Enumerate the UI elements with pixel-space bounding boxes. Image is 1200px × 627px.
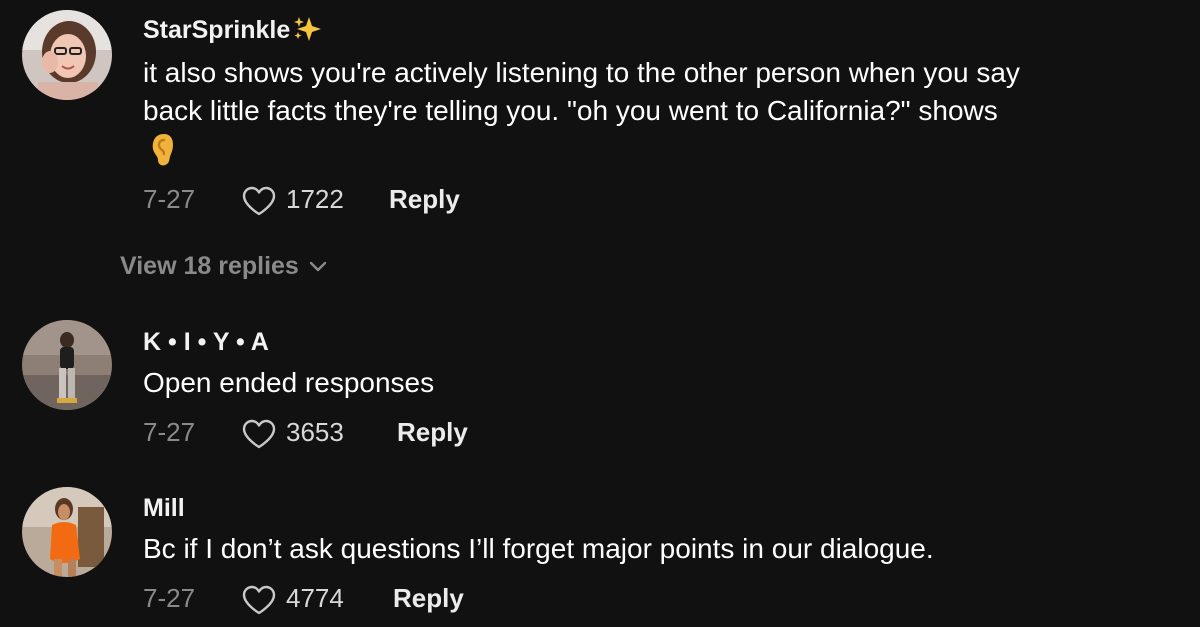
- comment-text: Bc if I don’t ask questions I’ll forget …: [143, 533, 934, 564]
- comment-date: 7-27: [143, 184, 196, 214]
- heart-icon: [242, 419, 276, 449]
- reply-button[interactable]: Reply: [393, 583, 464, 614]
- comment-item: Mill Bc if I don’t ask questions I’ll fo…: [0, 478, 1200, 627]
- avatar[interactable]: [22, 10, 112, 100]
- comment-text: it also shows you're actively listening …: [143, 54, 1153, 168]
- heart-icon: [242, 585, 276, 615]
- comment-text-line: it also shows you're actively listening …: [143, 57, 1020, 88]
- like-count: 4774: [286, 583, 344, 613]
- comment-date: 7-27: [143, 417, 196, 447]
- comment-item: StarSprinkle it also shows you're active…: [0, 0, 1200, 240]
- reply-button[interactable]: Reply: [389, 184, 460, 215]
- chevron-down-icon: [309, 261, 327, 272]
- view-replies-label: View 18 replies: [120, 252, 299, 280]
- heart-icon: [242, 186, 276, 216]
- sparkle-icon: [292, 15, 322, 48]
- comment-text-line: back little facts they're telling you. "…: [143, 95, 998, 126]
- username[interactable]: Mill: [143, 494, 185, 523]
- view-replies-button[interactable]: View 18 replies: [120, 252, 327, 281]
- ear-emoji: [143, 130, 1153, 168]
- avatar[interactable]: [22, 487, 112, 577]
- comment-date: 7-27: [143, 583, 196, 613]
- username-text: StarSprinkle: [143, 16, 291, 44]
- comment-text: Open ended responses: [143, 367, 435, 398]
- avatar[interactable]: [22, 320, 112, 410]
- username[interactable]: StarSprinkle: [143, 15, 322, 48]
- comment-item: K • I • Y • A Open ended responses 7-27 …: [0, 310, 1200, 460]
- like-count: 1722: [286, 184, 344, 214]
- like-count: 3653: [286, 417, 344, 447]
- username[interactable]: K • I • Y • A: [143, 328, 269, 357]
- reply-button[interactable]: Reply: [397, 417, 468, 448]
